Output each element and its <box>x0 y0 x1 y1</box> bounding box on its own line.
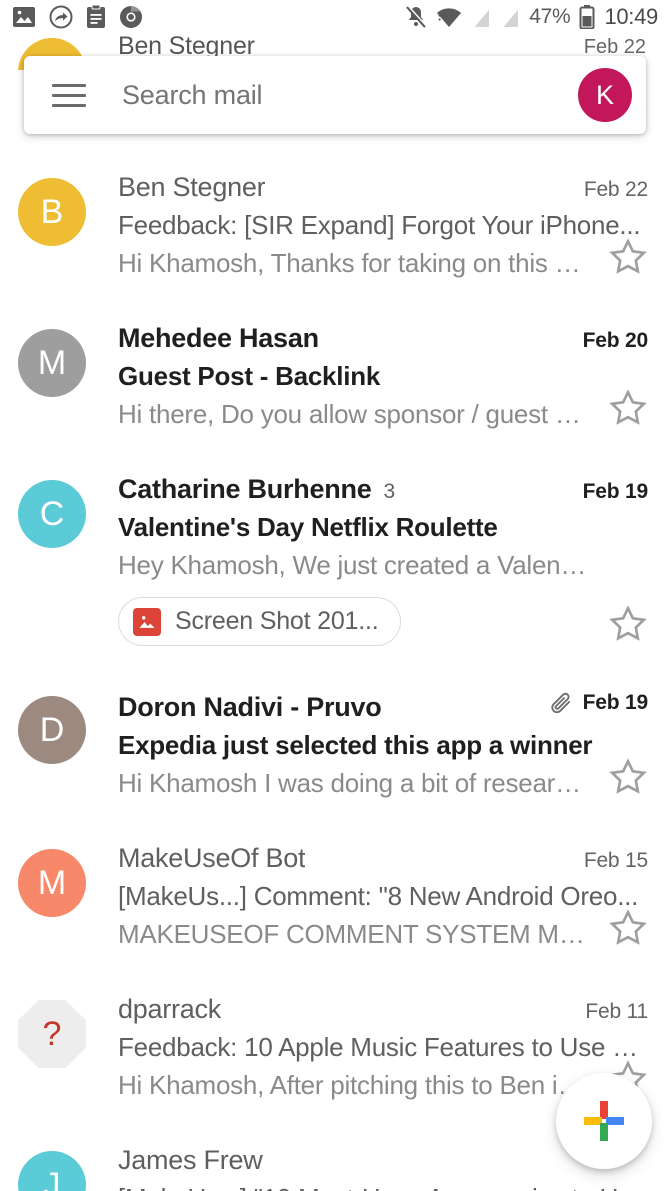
email-date: Feb 19 <box>582 480 649 503</box>
hamburger-menu-icon[interactable] <box>52 83 86 107</box>
battery-percent: 47% <box>529 4 571 28</box>
email-subject: Feedback: 10 Apple Music Features to Use… <box>118 1032 648 1062</box>
star-icon[interactable] <box>608 388 648 428</box>
avatar: ? <box>18 1000 86 1068</box>
email-subject: [MakeUs...] Comment: "8 New Android Oreo… <box>118 881 639 911</box>
email-row[interactable]: M Mehedee Hasan Feb 20 Guest Post - Backlin… <box>0 301 670 452</box>
email-row-body: Mehedee Hasan Feb 20 Guest Post - Backlink… <box>118 323 648 430</box>
sender-name: James Frew <box>118 1145 263 1175</box>
email-row-header: Mehedee Hasan Feb 20 <box>118 323 648 354</box>
star-icon[interactable] <box>608 604 648 644</box>
email-row-header: Catharine Burhenne 3 Feb 19 <box>118 474 648 505</box>
battery-icon <box>579 4 595 29</box>
thread-count: 3 <box>383 480 396 503</box>
status-bar-right-icons: 47% 10:49 <box>405 4 658 30</box>
email-date: Feb 15 <box>583 849 648 872</box>
email-row-meta: Feb 15 <box>572 849 648 873</box>
avatar-letter: K <box>595 79 614 110</box>
email-subject: Expedia just selected this app a winner <box>118 730 593 760</box>
avatar: D <box>18 696 86 764</box>
bell-off-icon <box>406 5 428 28</box>
email-row-body: Doron Nadivi - Pruvo Feb 19 Expedia just s… <box>118 690 648 799</box>
signal-empty-icon <box>501 6 520 27</box>
avatar-letter: ? <box>42 1014 62 1053</box>
avatar: M <box>18 849 86 917</box>
email-snippet: Hi Khamosh, Thanks for taking on this up… <box>118 248 648 278</box>
status-bar: 47% 10:49 <box>0 0 670 33</box>
search-bar[interactable]: K <box>24 56 646 134</box>
image-icon <box>13 6 35 27</box>
email-list[interactable]: B Ben Stegner Feb 22 Feedback: [SIR Expand]… <box>0 150 670 1191</box>
email-row-meta: Feb 19 <box>536 690 648 716</box>
avatar: M <box>18 329 86 397</box>
sender-name: Doron Nadivi - Pruvo <box>118 692 382 722</box>
email-date: Feb 22 <box>583 178 648 201</box>
attachment-icon <box>551 692 570 714</box>
signal-empty-icon <box>472 6 491 27</box>
avatar: B <box>18 178 86 246</box>
email-snippet: Hi Khamosh I was doing a bit of research… <box>118 768 648 798</box>
sender-name: MakeUseOf Bot <box>118 843 306 873</box>
email-subject: [MakeUs...] "10 Must-Have Accessories to… <box>118 1183 648 1191</box>
email-row-meta: Feb 20 <box>571 329 649 353</box>
email-subject: Valentine's Day Netflix Roulette <box>118 512 498 542</box>
avatar-letter: C <box>39 494 65 533</box>
wifi-icon <box>437 7 462 27</box>
email-date: Feb 19 <box>582 691 649 714</box>
avatar-letter: B <box>40 192 64 231</box>
email-subject: Guest Post - Backlink <box>118 361 381 391</box>
sender-name: Mehedee Hasan <box>118 323 319 353</box>
email-row-meta: Feb 19 <box>571 480 649 504</box>
clipboard-icon <box>87 4 105 28</box>
attachment-name: Screen Shot 201... <box>175 607 379 635</box>
avatar: J <box>18 1151 86 1191</box>
avatar: C <box>18 480 86 548</box>
clock: 10:49 <box>604 3 658 29</box>
star-icon[interactable] <box>608 757 648 797</box>
avatar[interactable]: K <box>578 68 632 122</box>
compose-fab-button[interactable] <box>556 1073 652 1169</box>
email-row-body: Catharine Burhenne 3 Feb 19 Valentine's Day… <box>118 474 648 646</box>
email-row-meta: Feb 11 <box>573 1000 648 1024</box>
email-snippet: Hey Khamosh, We just created a Valentine… <box>118 550 648 580</box>
sender-name: dparrack <box>118 994 222 1024</box>
sender-name: Ben Stegner <box>118 172 266 202</box>
email-snippet: MAKEUSEOF COMMENT SYSTEM Mrs H Bake... <box>118 919 648 949</box>
avatar-letter: M <box>37 863 67 902</box>
share-circle-icon <box>49 5 73 28</box>
email-row[interactable]: B Ben Stegner Feb 22 Feedback: [SIR Expand]… <box>0 150 670 301</box>
email-row-body: Ben Stegner Feb 22 Feedback: [SIR Expand] … <box>118 172 648 279</box>
email-subject: Feedback: [SIR Expand] Forgot Your iPhon… <box>118 210 641 240</box>
gmail-inbox-screen: 47% 10:49 Ben Stegner Feb 22 K B Ben Steg… <box>0 0 670 1191</box>
attachment-chip[interactable]: Screen Shot 201... <box>118 597 402 646</box>
search-input[interactable] <box>122 79 570 111</box>
email-date: Feb 20 <box>582 329 649 352</box>
email-row-header: MakeUseOf Bot Feb 15 <box>118 843 648 874</box>
email-row[interactable]: D Doron Nadivi - Pruvo Feb 19 Expedia just … <box>0 668 670 821</box>
email-row[interactable]: C Catharine Burhenne 3 Feb 19 Valentine's Da… <box>0 452 670 668</box>
email-date: Feb 11 <box>585 1000 648 1023</box>
star-icon[interactable] <box>608 237 648 277</box>
avatar-letter: D <box>39 710 65 749</box>
sender-name: Catharine Burhenne <box>118 474 372 504</box>
email-row-body: dparrack Feb 11 Feedback: 10 Apple Music F… <box>118 994 648 1101</box>
email-snippet: Hi there, Do you allow sponsor / guest p… <box>118 399 639 429</box>
email-row-meta: Feb 22 <box>572 178 648 202</box>
email-row-header: Ben Stegner Feb 22 <box>118 172 648 203</box>
google-plus-icon <box>584 1101 624 1141</box>
status-bar-left-icons <box>12 4 143 29</box>
image-attachment-icon <box>133 607 161 636</box>
email-row[interactable]: M MakeUseOf Bot Feb 15 [MakeUs...] Comment:… <box>0 821 670 972</box>
email-row-header: Doron Nadivi - Pruvo Feb 19 <box>118 690 648 723</box>
avatar-letter: M <box>37 343 67 382</box>
avatar-letter: J <box>43 1165 61 1191</box>
star-icon[interactable] <box>608 908 648 948</box>
email-row-body: MakeUseOf Bot Feb 15 [MakeUs...] Comment: … <box>118 843 648 950</box>
email-row-header: dparrack Feb 11 <box>118 994 648 1025</box>
chrome-icon <box>120 5 142 28</box>
